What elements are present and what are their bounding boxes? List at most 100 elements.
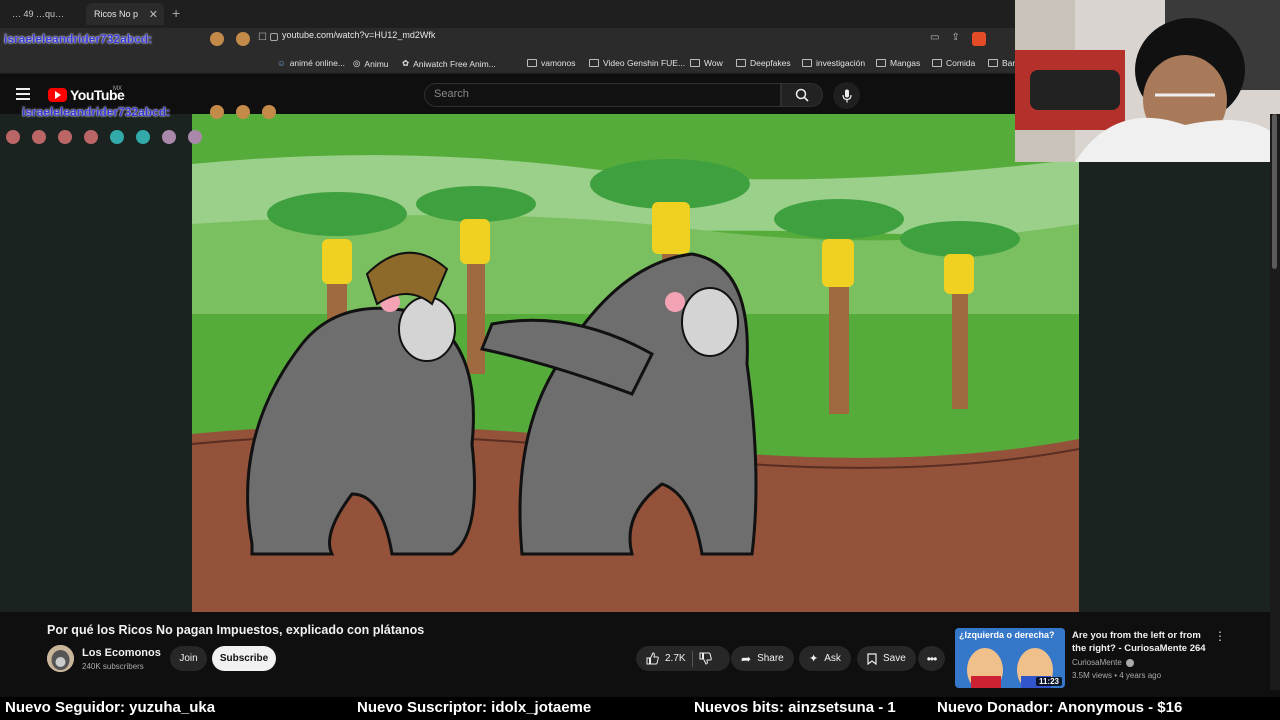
scrollbar-thumb[interactable] [1272,114,1277,269]
verified-icon [1126,658,1135,667]
close-tab-icon[interactable]: ✕ [149,8,158,21]
bookmark-label: investigación [816,58,866,68]
microphone-icon [841,89,852,102]
globe-icon: ◎ [353,58,361,68]
alert-new-bits: Nuevos bits: ainzsetsuna - 1 [694,699,896,716]
emote-icon [162,129,176,144]
search-icon [795,88,809,102]
more-vertical-icon[interactable]: ⋮ [1214,629,1226,643]
emote-icon [262,104,276,119]
emote-icon [110,129,124,144]
share-button[interactable]: ➦ Share [731,646,794,671]
recommended-channel-name: CuriosaMente [1072,658,1122,667]
channel-avatar-image [47,645,74,672]
video-frame-gorillas [192,114,1079,612]
search-button[interactable] [781,83,823,107]
emote-icon [210,31,224,46]
bookmark-label: animé online... [289,58,345,68]
recommended-video-title[interactable]: Are you from the left or from the right?… [1072,629,1212,655]
site-info-icon[interactable] [270,33,278,41]
voice-search-button[interactable] [833,82,860,109]
url-field[interactable]: youtube.com/watch?v=HU12_md2Wfk [282,30,435,40]
folder-icon [527,59,537,67]
bookmark-item[interactable]: ◎ Animu [353,58,389,69]
folder-icon [690,59,700,67]
bookmark-folder[interactable]: Video Genshin FUE... [589,58,685,68]
folder-icon [736,59,746,67]
streamer-webcam-image [1015,0,1280,162]
folder-icon [589,59,599,67]
chat-username: israeleleandrider732abcd: [4,32,153,46]
brave-shield-icon[interactable] [971,32,986,46]
webcam-overlay [1015,0,1280,162]
hamburger-menu-icon[interactable] [16,88,30,100]
alert-new-donor: Nuevo Donador: Anonymous - $16 [937,699,1183,716]
thumbs-up-icon[interactable] [646,652,659,665]
video-player[interactable] [192,114,1079,612]
sparkle-icon: ✦ [809,653,819,665]
subscribe-button[interactable]: Subscribe [212,646,276,671]
country-code: MX [113,86,122,92]
cast-icon[interactable]: ▭ [930,32,939,46]
bookmark-folder[interactable]: Comida [932,58,975,68]
tab-label: … 49 …qu… [12,9,65,19]
chat-emotes [6,128,214,146]
video-title: Por qué los Ricos No pagan Impuestos, ex… [47,623,425,637]
bookmark-folder[interactable]: Deepfakes [736,58,791,68]
chat-emotes [210,30,262,48]
save-label: Save [883,653,906,664]
bookmark-folder[interactable]: investigación [802,58,865,68]
chat-emotes [210,103,288,121]
folder-icon [876,59,886,67]
browser-tab[interactable]: … 49 …qu… [4,3,84,25]
browser-tab-active[interactable]: Ricos No p ✕ [86,3,164,25]
channel-avatar[interactable] [47,645,74,672]
bookmark-label: Deepfakes [750,58,791,68]
bookmark-label: Bar [1002,58,1016,68]
join-button[interactable]: Join [170,646,207,671]
emote-icon [236,104,250,119]
like-dislike-group: 2.7K [636,646,730,671]
video-duration: 11:23 [1035,677,1062,686]
share-page-icon[interactable]: ⇪ [951,32,959,46]
youtube-play-icon [48,88,67,102]
bookmark-label: Animu [364,58,389,69]
folder-icon [988,59,998,67]
emote-icon [236,31,250,46]
subscriber-count: 240K subscribers [82,662,144,671]
alert-new-subscriber: Nuevo Suscriptor: idolx_jotaeme [357,699,592,716]
emote-icon [84,129,98,144]
chat-message: israeleleandrider732abcd: [4,30,152,48]
ask-button[interactable]: ✦ Ask [799,646,851,671]
address-bar [0,28,1015,52]
bookmark-folder[interactable]: Wow [690,58,723,68]
thumbs-down-icon[interactable] [699,652,712,665]
ask-label: Ask [824,653,841,664]
bookmark-label: Video Genshin FUE... [603,58,686,68]
bookmark-item[interactable]: ☺ animé online... [277,58,345,68]
search-input[interactable] [424,83,781,107]
folder-icon [802,59,812,67]
chat-username: israeleleandrider732abcd: [22,105,171,119]
like-count[interactable]: 2.7K [665,653,686,664]
share-icon: ➦ [741,651,752,666]
new-tab-icon[interactable]: + [172,5,180,21]
bookmark-label: Mangas [890,58,921,68]
bookmark-folder[interactable]: Mangas [876,58,920,68]
bookmark-folder[interactable]: vamonos [527,58,576,68]
aniwatch-icon: ✿ [402,58,410,68]
recommended-channel[interactable]: CuriosaMente [1072,658,1135,667]
recommended-video-thumbnail[interactable]: ¿Izquierda o derecha? 11:23 [955,628,1065,688]
emote-icon [136,129,150,144]
channel-name[interactable]: Los Ecomonos [82,647,161,659]
address-actions: ▭ ⇪ [930,32,986,46]
bookmark-label: Wow [704,58,723,68]
bookmark-folder[interactable]: Bar [988,58,1015,68]
emote-icon [32,129,46,144]
bookmark-label: vamonos [541,58,576,68]
save-button[interactable]: Save [857,646,916,671]
more-actions-button[interactable]: ••• [918,646,945,671]
folder-icon [932,59,942,67]
bookmark-item[interactable]: ✿ Aniwatch Free Anim... [402,58,496,69]
bookmark-icon [867,652,877,665]
